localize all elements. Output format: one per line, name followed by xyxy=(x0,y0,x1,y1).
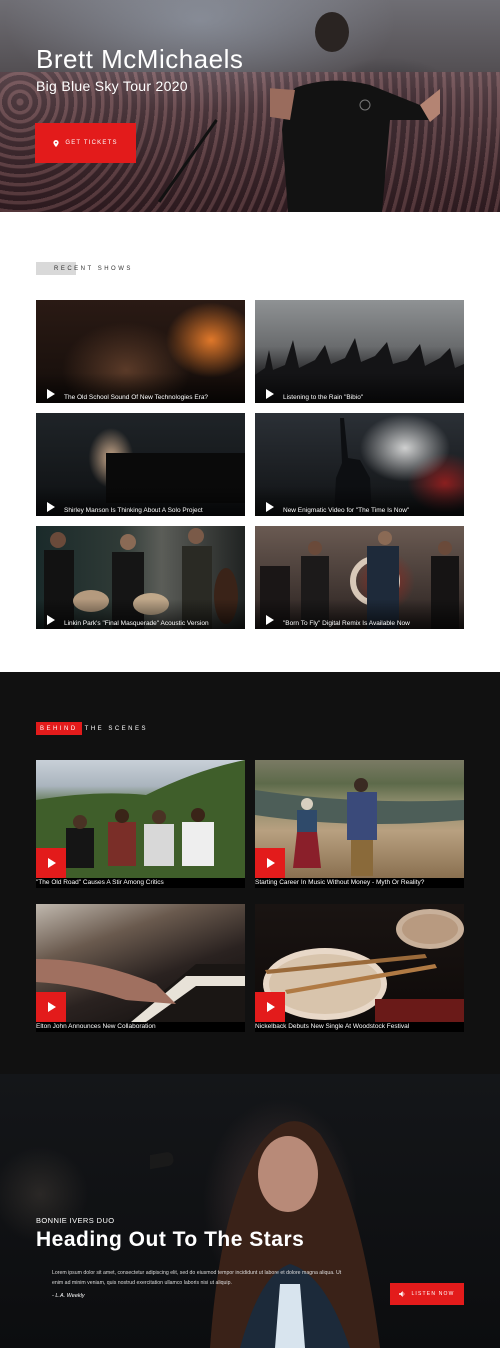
get-tickets-button[interactable]: Get Tickets xyxy=(35,123,136,163)
listen-now-button[interactable]: Listen Now xyxy=(390,1283,464,1305)
show-card-2[interactable]: Listening to the Rain "Bibio" xyxy=(255,300,464,403)
show-caption: Listening to the Rain "Bibio" xyxy=(283,394,364,401)
play-button[interactable] xyxy=(36,992,66,1022)
feature-singer-image xyxy=(150,1121,380,1348)
feature-kicker: Bonnie Ivers Duo xyxy=(36,1216,115,1225)
play-icon xyxy=(48,858,56,868)
scene-caption: "The Old Road" Causes A Stir Among Criti… xyxy=(36,879,164,886)
show-card-3[interactable]: Shirley Manson Is Thinking About A Solo … xyxy=(36,413,245,516)
show-caption: "Born To Fly" Digital Remix Is Available… xyxy=(283,620,410,627)
behind-the-scenes-tag: Behind The Scenes xyxy=(36,722,148,735)
scene-caption: Starting Career In Music Without Money -… xyxy=(255,879,425,886)
behind-the-scenes-section: Behind The Scenes "The Old Road" Causes … xyxy=(0,672,500,1074)
hero-subtitle: Big Blue Sky Tour 2020 xyxy=(36,78,188,94)
hero-performer-image xyxy=(270,12,440,212)
play-icon xyxy=(267,1002,275,1012)
get-tickets-label: Get Tickets xyxy=(65,140,118,146)
recent-shows-tag-label: Recent Shows xyxy=(54,265,133,272)
recent-shows-section: Recent Shows The Old School Sound Of New… xyxy=(0,212,500,672)
scene-caption: Nickelback Debuts New Single At Woodstoc… xyxy=(255,1023,410,1030)
show-card-4[interactable]: New Enigmatic Video for "The Time Is Now… xyxy=(255,413,464,516)
scene-caption: Elton John Announces New Collaboration xyxy=(36,1023,156,1030)
recent-shows-tag: Recent Shows xyxy=(36,262,133,275)
play-button[interactable] xyxy=(36,848,66,878)
show-caption: The Old School Sound Of New Technologies… xyxy=(64,394,209,401)
feature-section: Bonnie Ivers Duo Heading Out To The Star… xyxy=(0,1074,500,1348)
hero-section: Brett McMichaels Big Blue Sky Tour 2020 … xyxy=(0,0,500,212)
scene-image xyxy=(36,904,245,1022)
play-button[interactable] xyxy=(255,848,285,878)
feature-body: Lorem ipsum dolor sit amet, consectetur … xyxy=(52,1270,342,1286)
scene-card-2[interactable]: Starting Career In Music Without Money -… xyxy=(255,760,464,888)
speaker-icon xyxy=(399,1291,405,1297)
play-icon xyxy=(266,389,274,399)
scene-card-3[interactable]: Elton John Announces New Collaboration xyxy=(36,904,245,1032)
play-icon xyxy=(48,1002,56,1012)
play-icon xyxy=(47,389,55,399)
hero-title: Brett McMichaels xyxy=(36,44,244,74)
play-icon xyxy=(47,502,55,512)
feature-heading: Heading Out To The Stars xyxy=(36,1228,305,1251)
play-icon xyxy=(47,615,55,625)
scene-card-4[interactable]: Nickelback Debuts New Single At Woodstoc… xyxy=(255,904,464,1032)
show-caption: Shirley Manson Is Thinking About A Solo … xyxy=(64,507,203,514)
show-card-1[interactable]: The Old School Sound Of New Technologies… xyxy=(36,300,245,403)
feature-quote: - L.A. Weekly xyxy=(52,1293,85,1299)
play-icon xyxy=(266,502,274,512)
show-card-6[interactable]: "Born To Fly" Digital Remix Is Available… xyxy=(255,526,464,629)
location-pin-icon xyxy=(53,139,59,147)
scene-image xyxy=(36,760,245,878)
tag-highlight: Behind xyxy=(36,722,82,735)
show-caption: Linkin Park's "Final Masquerade" Acousti… xyxy=(64,620,209,627)
play-button[interactable] xyxy=(255,992,285,1022)
scene-image xyxy=(255,760,464,878)
play-icon xyxy=(266,615,274,625)
tag-rest: The Scenes xyxy=(84,725,149,732)
listen-now-label: Listen Now xyxy=(411,1291,455,1297)
show-card-5[interactable]: Linkin Park's "Final Masquerade" Acousti… xyxy=(36,526,245,629)
scene-card-1[interactable]: "The Old Road" Causes A Stir Among Criti… xyxy=(36,760,245,888)
show-caption: New Enigmatic Video for "The Time Is Now… xyxy=(283,507,410,514)
play-icon xyxy=(267,858,275,868)
scene-image xyxy=(255,904,464,1022)
